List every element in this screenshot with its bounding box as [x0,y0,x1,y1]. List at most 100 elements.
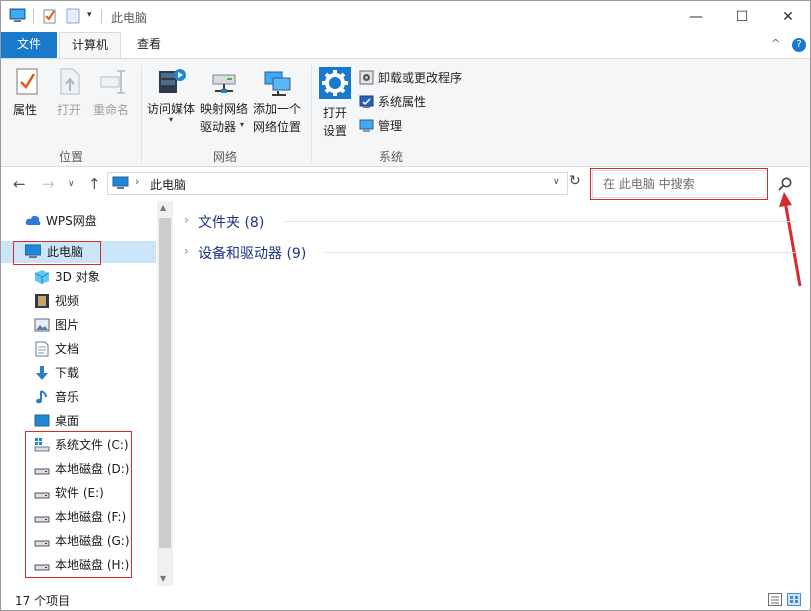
quick-access-separator [33,9,34,24]
navigation-pane: WPS网盘 此电脑 3D 对象 视频 图片 文档 下载 音乐 桌面 系统文件 (… [1,201,175,586]
uninstall-label: 卸载或更改程序 [378,71,463,85]
item-count: 17 个项目 [15,594,71,608]
rename-label: 重命名 [93,103,130,117]
tab-file[interactable]: 文件 [1,32,57,58]
nav-item-label: 文档 [55,342,80,356]
nav-item-label: 3D 对象 [55,270,100,284]
status-bar: 17 个项目 [1,589,810,610]
properties-icon [16,68,38,95]
network-group-label: 网络 [213,150,238,164]
close-button[interactable]: ✕ [765,1,810,32]
nav-item-label: 图片 [55,318,80,332]
desktop-icon [34,414,50,427]
dropdown-arrow-icon: ▾ [169,115,174,124]
group-separator [141,65,142,163]
title-bar: ▾ 此电脑 — ☐ ✕ [1,1,810,32]
group-header-folders[interactable]: 文件夹 (8) [198,212,264,232]
wps-cloud-icon [25,215,41,225]
picture-icon [34,318,50,332]
rename-icon [100,70,125,94]
expand-chevron-icon[interactable]: › [184,244,189,258]
open-settings-label-line1: 打开 [323,106,348,120]
address-path[interactable]: 此电脑 [150,176,186,193]
refresh-icon[interactable]: ↻ [569,173,581,189]
map-network-drive-label-line2: 驱动器 [200,120,237,134]
media-icon [159,69,186,93]
system-group-label: 系统 [379,150,404,164]
explorer-window: ▾ 此电脑 — ☐ ✕ 文件 计算机 查看 ^ ? 属性 打开 重命名 位置 访… [0,0,811,611]
minimize-button[interactable]: — [673,1,719,32]
customize-quick-access-chevron-icon[interactable]: ▾ [87,10,92,20]
breadcrumb-chevron-icon[interactable]: › [135,175,139,188]
search-box-highlight [590,168,768,200]
settings-gear-icon [319,67,351,99]
uninstall-icon [359,70,374,85]
map-network-drive-button[interactable]: 映射网络 驱动器 ▾ [199,63,251,134]
open-label: 打开 [57,103,82,117]
large-icons-view-icon[interactable] [787,593,801,606]
back-arrow-icon[interactable]: ← [13,175,26,193]
title-separator [101,9,102,24]
this-pc-highlight [13,241,101,265]
music-icon [36,390,47,404]
recent-locations-chevron-icon[interactable]: ∨ [68,179,75,189]
nav-item-label: WPS网盘 [46,214,97,228]
rename-button[interactable]: 重命名 [93,65,133,125]
nav-pane-scrollbar[interactable]: ▲ ▼ [157,201,173,586]
network-location-icon [264,71,291,96]
drives-highlight [25,431,132,578]
group-header-devices[interactable]: 设备和驱动器 (9) [198,243,306,263]
address-bar[interactable]: › 此电脑 ∨ [107,172,568,195]
address-dropdown-chevron-icon[interactable]: ∨ [553,177,560,187]
dropdown-arrow-icon: ▾ [240,120,245,129]
up-arrow-icon[interactable]: ↑ [88,175,101,193]
new-folder-quick-icon[interactable] [66,8,80,24]
nav-item-label: 音乐 [55,390,80,404]
group-divider [285,221,795,222]
manage-icon [359,119,374,132]
tab-computer[interactable]: 计算机 [59,32,121,59]
open-settings-button[interactable]: 打开 设置 [317,63,355,138]
access-media-button[interactable]: 访问媒体 ▾ [146,63,198,127]
video-icon [35,294,49,308]
system-properties-label: 系统属性 [378,95,427,109]
add-network-location-label-line1: 添加一个 [253,102,302,116]
properties-button[interactable]: 属性 [11,65,45,125]
document-icon [35,341,49,357]
add-network-location-button[interactable]: 添加一个 网络位置 [252,63,304,134]
scroll-down-arrow-icon[interactable]: ▼ [160,574,166,583]
network-drive-icon [212,74,236,93]
forward-arrow-icon[interactable]: → [42,175,55,193]
details-view-icon[interactable] [768,593,782,606]
navigation-bar: ← → ∨ ↑ › 此电脑 ∨ ↻ [1,167,810,200]
tab-view[interactable]: 查看 [125,32,173,58]
download-icon [36,366,48,380]
open-settings-label-line2: 设置 [323,124,348,138]
open-button[interactable]: 打开 [53,65,87,125]
manage-label: 管理 [378,119,403,133]
properties-label: 属性 [13,103,38,117]
nav-item-label: 桌面 [55,414,80,428]
location-group-label: 位置 [59,150,84,164]
content-pane: › 文件夹 (8) › 设备和驱动器 (9) [175,201,809,586]
cube-icon [34,270,50,284]
properties-quick-icon[interactable] [43,8,57,24]
ribbon-tabs: 文件 计算机 查看 ^ ? [1,32,810,59]
maximize-button[interactable]: ☐ [719,1,765,32]
add-network-location-label-line2: 网络位置 [253,120,302,134]
open-icon [60,68,80,95]
nav-item-label: 下载 [55,366,80,380]
collapse-ribbon-chevron-icon[interactable]: ^ [771,37,780,50]
system-properties-icon [359,95,374,108]
scrollbar-thumb[interactable] [159,218,171,548]
help-icon[interactable]: ? [792,38,806,52]
map-network-drive-label-line1: 映射网络 [200,102,249,116]
scroll-up-arrow-icon[interactable]: ▲ [160,203,166,212]
group-divider [325,252,795,253]
window-title: 此电脑 [111,11,148,25]
ribbon-panel: 属性 打开 重命名 位置 访问媒体 ▾ 映射网络 驱动器 ▾ 添加一个 网络位置… [1,58,810,167]
expand-chevron-icon[interactable]: › [184,213,189,227]
search-icon[interactable] [777,176,793,192]
group-separator [311,65,312,163]
this-pc-icon [112,176,129,189]
